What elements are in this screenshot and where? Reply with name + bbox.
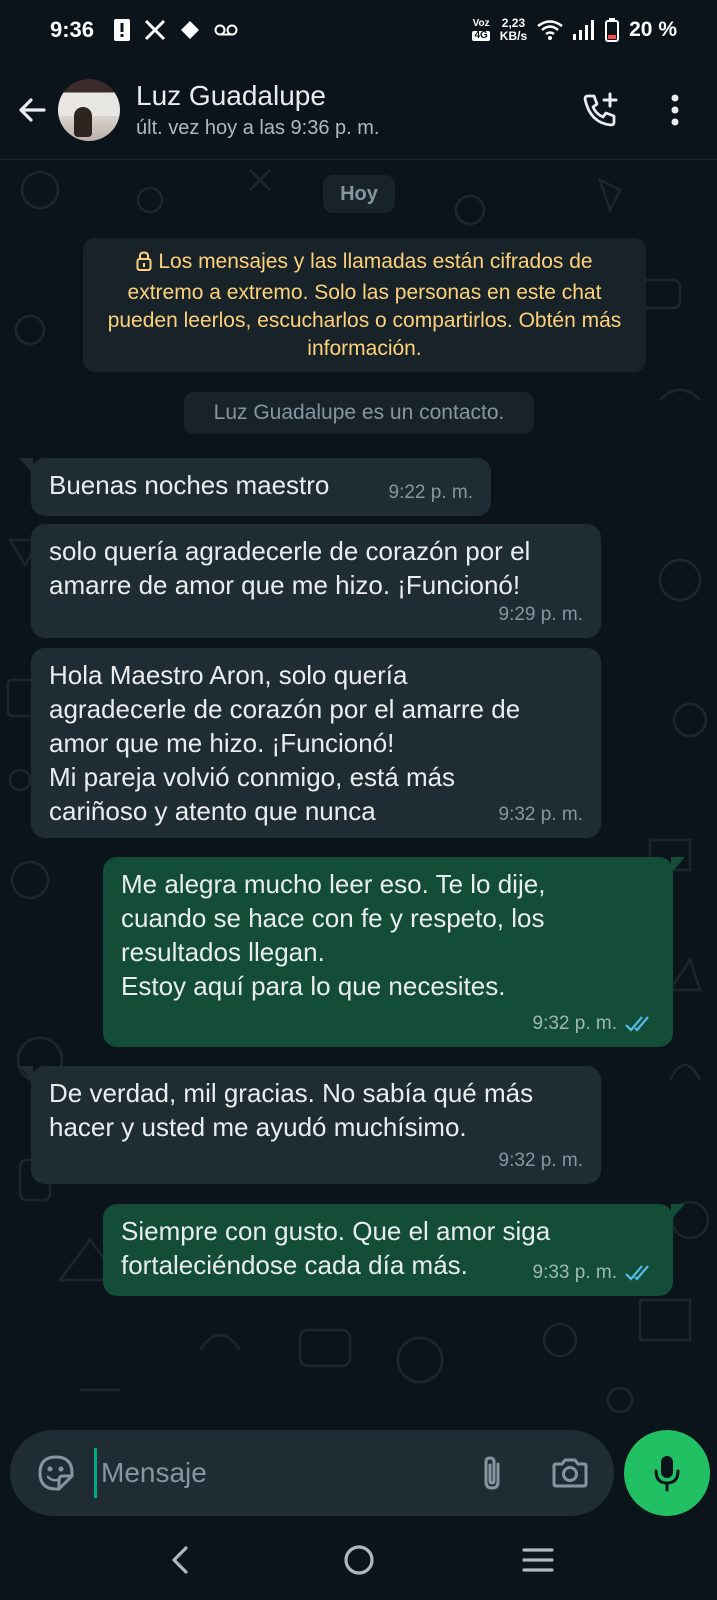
message-time: 9:32 p. m. xyxy=(498,804,584,825)
bubble-tail xyxy=(671,1204,685,1220)
bubble-tail xyxy=(19,1066,33,1082)
status-bar: 9:36 Voz 4G 2,23 KB/s 20 % xyxy=(0,0,717,60)
chat-area[interactable]: Hoy Los mensajes y las llamadas están ci… xyxy=(0,160,717,1428)
camera-icon xyxy=(552,1458,588,1488)
double-check-icon xyxy=(625,1265,649,1281)
network-type: Voz 4G xyxy=(472,18,490,41)
chat-header: Luz Guadalupe últ. vez hoy a las 9:36 p.… xyxy=(0,60,717,160)
alert-notification-icon xyxy=(114,18,131,42)
message-composer xyxy=(10,1430,614,1516)
voice-message-button[interactable] xyxy=(624,1430,710,1516)
message-time: 9:32 p. m. xyxy=(498,1150,584,1171)
chevron-left-icon xyxy=(171,1546,188,1574)
arrow-left-icon xyxy=(19,97,46,122)
contact-info[interactable]: Luz Guadalupe últ. vez hoy a las 9:36 p.… xyxy=(136,79,379,140)
x-app-icon xyxy=(144,18,166,42)
date-separator: Hoy xyxy=(323,175,395,213)
sticker-icon xyxy=(38,1455,74,1491)
message-bubble-outgoing[interactable]: Siempre con gusto. Que el amor siga fort… xyxy=(103,1204,685,1296)
message-text: De verdad, mil gracias. No sabía qué más… xyxy=(49,1078,534,1142)
more-vertical-icon xyxy=(671,94,679,125)
paperclip-icon xyxy=(484,1456,500,1490)
system-navigation-bar xyxy=(0,1520,717,1600)
message-text: Me alegra mucho leer eso. Te lo dije, cu… xyxy=(121,869,546,1001)
message-input[interactable] xyxy=(94,1448,462,1498)
camera-button[interactable] xyxy=(540,1443,600,1503)
clock: 9:36 xyxy=(50,17,95,42)
message-time: 9:29 p. m. xyxy=(498,604,584,625)
composer xyxy=(0,1428,717,1520)
lock-icon xyxy=(136,251,152,279)
wifi-icon xyxy=(537,18,563,42)
message-bubble-incoming[interactable]: Hola Maestro Aron, solo quería agradecer… xyxy=(31,648,601,838)
battery-icon xyxy=(605,18,620,42)
encryption-notice-text: Los mensajes y las llamadas están cifrad… xyxy=(107,250,622,360)
add-call-icon xyxy=(583,92,618,126)
signal-icon xyxy=(573,18,595,42)
message-bubble-outgoing[interactable]: Me alegra mucho leer eso. Te lo dije, cu… xyxy=(103,857,685,1047)
nav-recents-button[interactable] xyxy=(503,1525,573,1595)
sticker-button[interactable] xyxy=(26,1443,86,1503)
back-button[interactable] xyxy=(2,80,62,140)
encryption-notice[interactable]: Los mensajes y las llamadas están cifrad… xyxy=(83,238,646,372)
message-bubble-incoming[interactable]: Buenas noches maestro 9:22 p. m. xyxy=(19,458,491,516)
nav-home-button[interactable] xyxy=(324,1525,394,1595)
nav-back-button[interactable] xyxy=(145,1525,215,1595)
message-text: solo quería agradecerle de corazón por e… xyxy=(49,536,531,600)
contact-notice: Luz Guadalupe es un contacto. xyxy=(184,392,534,434)
network-speed: 2,23 KB/s xyxy=(499,16,528,43)
more-options-button[interactable] xyxy=(645,80,705,140)
double-check-icon xyxy=(625,1016,649,1032)
bubble-tail xyxy=(19,458,33,474)
home-circle-icon xyxy=(343,1545,374,1575)
message-bubble-incoming[interactable]: solo quería agradecerle de corazón por e… xyxy=(31,524,601,638)
attach-button[interactable] xyxy=(462,1443,522,1503)
add-call-button[interactable] xyxy=(571,80,631,140)
last-seen: últ. vez hoy a las 9:36 p. m. xyxy=(136,117,380,139)
microphone-icon xyxy=(654,1456,680,1492)
contact-name: Luz Guadalupe xyxy=(136,80,326,111)
avatar[interactable] xyxy=(58,78,120,141)
menu-lines-icon xyxy=(521,1548,554,1572)
message-bubble-incoming[interactable]: De verdad, mil gracias. No sabía qué más… xyxy=(19,1066,601,1184)
bubble-tail xyxy=(671,857,685,873)
message-time: 9:32 p. m. xyxy=(532,1013,618,1034)
battery-level: 20 % xyxy=(629,18,677,41)
diamond-icon xyxy=(180,18,200,42)
voicemail-icon xyxy=(214,18,238,42)
message-time: 9:33 p. m. xyxy=(532,1262,618,1283)
message-time: 9:22 p. m. xyxy=(388,482,474,503)
